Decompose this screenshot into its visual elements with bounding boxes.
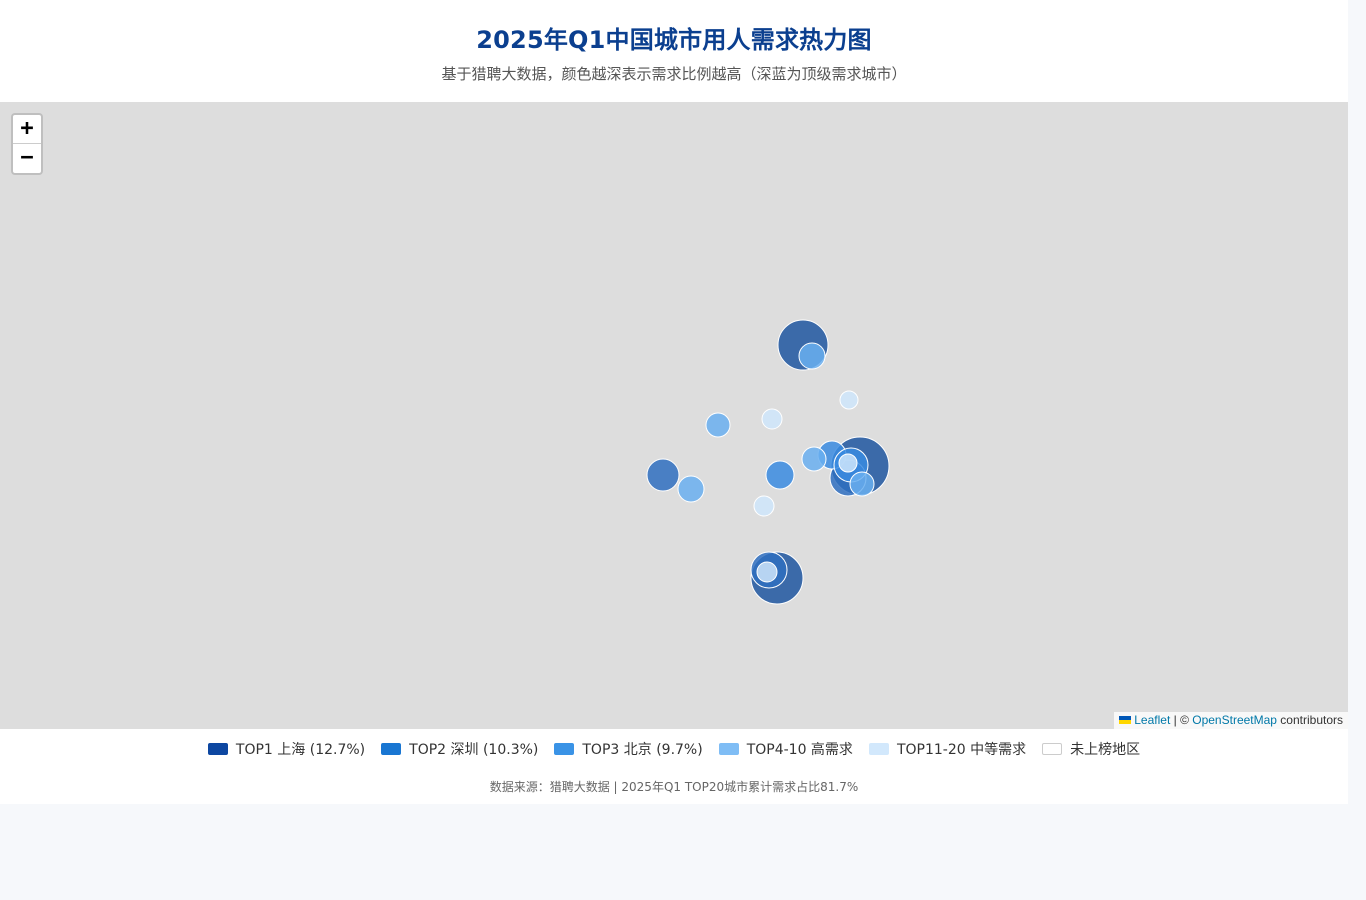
marker-layer — [646, 319, 890, 605]
city-marker[interactable] — [801, 446, 827, 472]
legend: TOP1 上海 (12.7%) TOP2 深圳 (10.3%) TOP3 北京 (9… — [0, 729, 1348, 769]
city-marker[interactable] — [753, 495, 775, 517]
legend-item: TOP3 北京 (9.7%) — [554, 739, 703, 759]
legend-label: TOP2 深圳 (10.3%) — [409, 742, 539, 758]
page-card: 2025年Q1中国城市用人需求热力图 基于猎聘大数据，颜色越深表示需求比例越高（… — [0, 0, 1348, 804]
legend-label: TOP3 北京 (9.7%) — [582, 742, 703, 758]
legend-swatch — [381, 743, 402, 755]
legend-swatch — [207, 743, 228, 755]
city-marker[interactable] — [646, 458, 680, 492]
city-marker[interactable] — [761, 408, 783, 430]
data-source-footer: 数据来源：猎聘大数据 | 2025年Q1 TOP20城市累计需求占比81.7% — [489, 780, 859, 794]
legend-item: TOP1 上海 (12.7%) — [207, 739, 366, 759]
legend-item: TOP11-20 中等需求 — [868, 739, 1027, 759]
legend-swatch — [1042, 743, 1063, 755]
city-marker[interactable] — [838, 453, 858, 473]
legend-item: TOP4-10 高需求 — [718, 739, 853, 759]
city-marker[interactable] — [705, 412, 731, 438]
scrollbar-track — [1348, 0, 1366, 900]
page-title: 2025年Q1中国城市用人需求热力图 — [476, 26, 872, 54]
attribution-suffix: contributors — [1276, 713, 1343, 727]
attribution-separator: | © — [1170, 713, 1193, 727]
legend-swatch — [718, 743, 739, 755]
city-marker[interactable] — [839, 390, 859, 410]
legend-item: 未上榜地区 — [1042, 739, 1140, 759]
legend-label: TOP4-10 高需求 — [746, 742, 853, 758]
page-subtitle: 基于猎聘大数据，颜色越深表示需求比例越高（深蓝为顶级需求城市） — [441, 65, 907, 83]
city-marker[interactable] — [849, 471, 875, 497]
legend-label: TOP11-20 中等需求 — [896, 742, 1027, 758]
header: 2025年Q1中国城市用人需求热力图 基于猎聘大数据，颜色越深表示需求比例越高（… — [0, 0, 1348, 102]
zoom-out-button[interactable]: − — [13, 144, 41, 173]
leaflet-link[interactable]: Leaflet — [1134, 713, 1170, 727]
legend-item: TOP2 深圳 (10.3%) — [381, 739, 538, 759]
ukraine-flag-icon — [1119, 716, 1132, 724]
legend-label: TOP1 上海 (12.7%) — [235, 742, 366, 758]
openstreetmap-link[interactable]: OpenStreetMap — [1192, 713, 1277, 727]
legend-swatch — [554, 743, 575, 755]
zoom-control: + − — [11, 113, 43, 175]
city-marker[interactable] — [765, 460, 795, 490]
city-marker[interactable] — [677, 475, 705, 503]
zoom-in-button[interactable]: + — [13, 115, 41, 144]
legend-label: 未上榜地区 — [1070, 742, 1141, 758]
legend-swatch — [868, 743, 889, 755]
city-marker[interactable] — [798, 342, 826, 370]
map-container[interactable]: + − Leaflet | © OpenStreetMap contributo… — [0, 102, 1348, 729]
map-attribution: Leaflet | © OpenStreetMap contributors — [1114, 712, 1348, 729]
city-marker[interactable] — [756, 561, 778, 583]
